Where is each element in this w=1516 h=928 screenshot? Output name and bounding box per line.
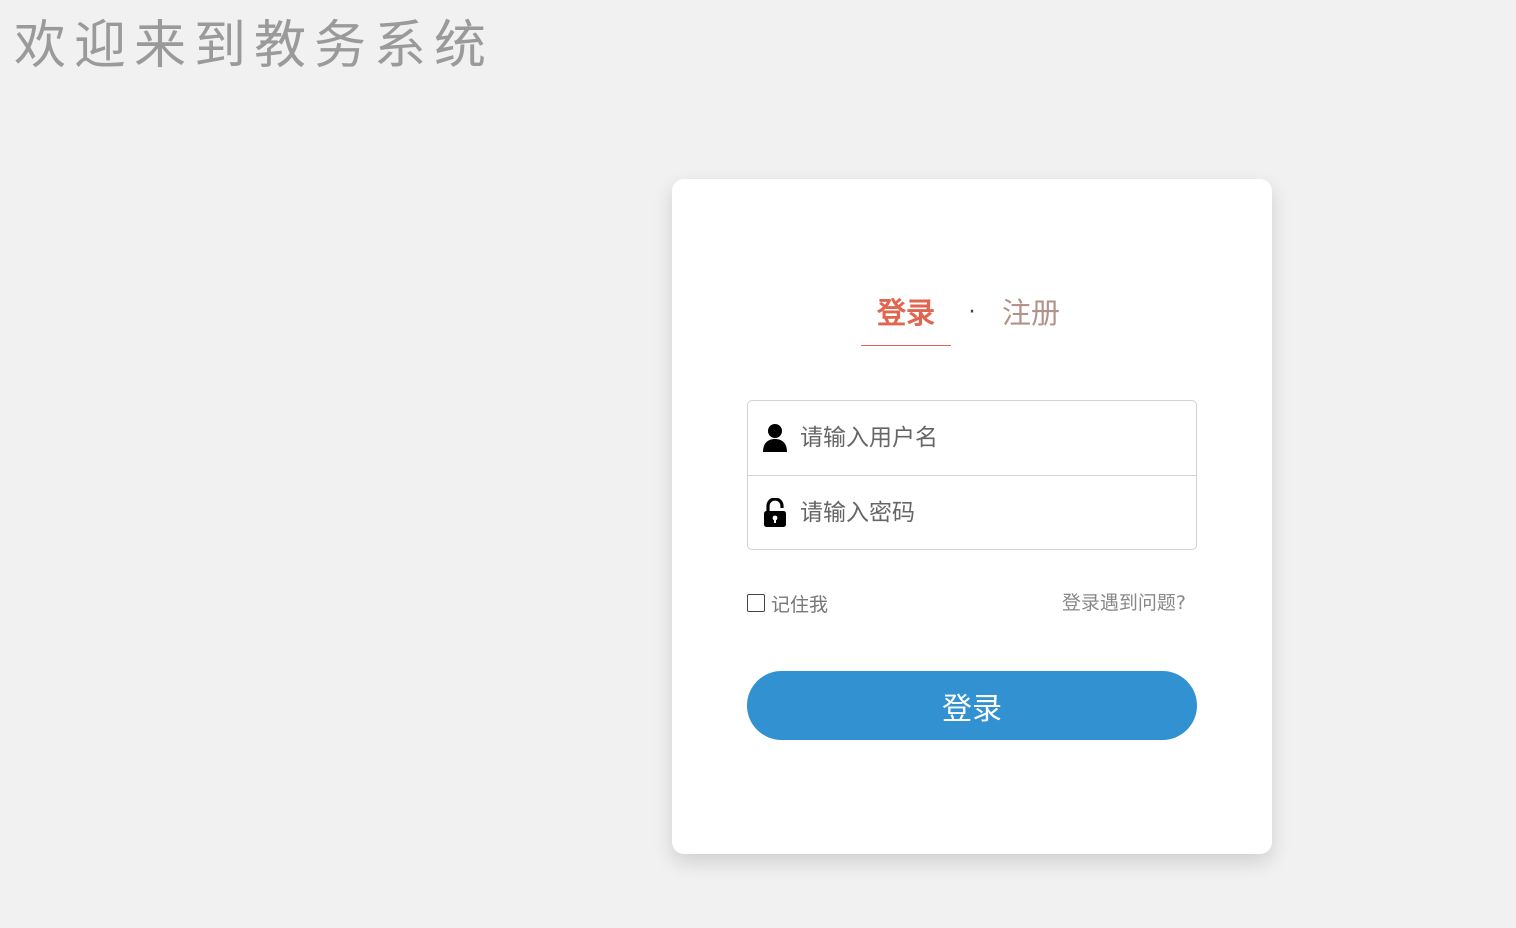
tab-register[interactable]: 注册 — [1002, 291, 1072, 345]
auth-tabs: 登录 · 注册 — [672, 291, 1272, 351]
login-button[interactable]: 登录 — [747, 671, 1197, 740]
lock-icon — [764, 498, 786, 527]
password-row — [748, 476, 1196, 549]
user-icon — [763, 424, 787, 452]
remember-me[interactable]: 记住我 — [747, 588, 828, 618]
login-trouble-link[interactable]: 登录遇到问题? — [1062, 588, 1186, 618]
page-title: 欢迎来到教务系统 — [14, 16, 495, 76]
username-input[interactable] — [800, 415, 1180, 461]
login-card: 登录 · 注册 记住我 登录遇到问题? 登录 — [672, 179, 1272, 854]
username-row — [748, 401, 1196, 476]
remember-me-label: 记住我 — [771, 593, 829, 616]
remember-me-checkbox[interactable] — [747, 594, 765, 612]
credentials-group — [747, 400, 1197, 550]
password-input[interactable] — [800, 490, 1180, 536]
tab-separator: · — [968, 300, 976, 325]
tab-login[interactable]: 登录 — [861, 291, 951, 346]
